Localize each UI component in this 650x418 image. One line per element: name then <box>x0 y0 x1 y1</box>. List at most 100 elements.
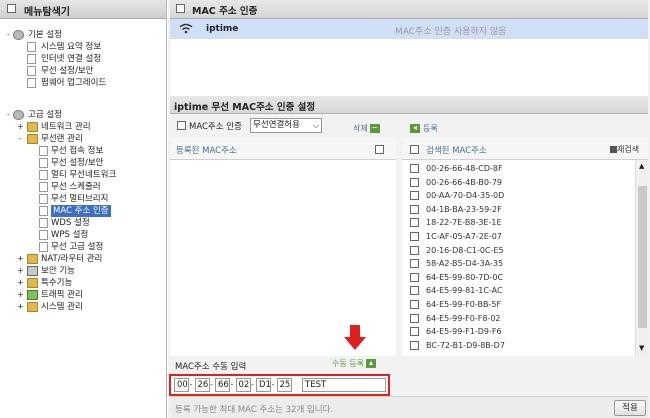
register-button[interactable]: ◂ 등록 <box>410 122 438 136</box>
menu-item[interactable]: 특수기능 <box>41 277 72 289</box>
menu-item[interactable]: 무선 설정/보안 <box>41 65 94 77</box>
menu-item[interactable]: 인터넷 연결 설정 <box>41 53 101 65</box>
menu-item-label: 무선 스케줄러 <box>51 182 101 192</box>
menu-explorer-title: 메뉴탐색기 <box>24 7 70 18</box>
searched-mac-address: 64-E5-99-81-1C-AC <box>426 286 503 296</box>
mac-checkbox[interactable] <box>410 300 419 309</box>
menu-item[interactable]: 무선 설정/보안 <box>51 157 104 169</box>
menu-item[interactable]: 기본 설정 <box>28 29 62 41</box>
searched-list-scrollbar[interactable]: ▲ ▼ <box>635 160 648 356</box>
delete-button[interactable]: 삭제 − <box>353 122 380 136</box>
apply-button[interactable]: 적용 <box>614 400 646 416</box>
mac-checkbox[interactable] <box>410 177 419 187</box>
expand-icon[interactable]: + <box>17 279 24 287</box>
menu-item-label: 무선 접속 정보 <box>51 146 104 156</box>
menu-item[interactable]: WDS 설정 <box>51 217 90 229</box>
mac-octet-input[interactable]: 26 <box>194 378 210 392</box>
octet-separator: - <box>210 380 213 389</box>
menu-item[interactable]: WPS 설정 <box>51 229 88 241</box>
mac-octet-input[interactable]: 25 <box>276 378 292 392</box>
collapse-icon[interactable]: - <box>5 111 12 119</box>
expand-icon[interactable]: + <box>17 291 24 299</box>
mac-checkbox[interactable] <box>410 286 419 296</box>
searched-select-all-checkbox[interactable] <box>410 145 419 154</box>
octet-separator: - <box>271 380 275 389</box>
footer-bar: 등록 가능한 최대 MAC 주소는 32개 입니다. 적용 <box>170 396 648 418</box>
searched-mac-address: 00-26-66-4B-B0-79 <box>426 177 503 187</box>
mac-checkbox[interactable] <box>410 191 419 201</box>
settings-title: iptime 무선 MAC주소 인증 설정 <box>174 102 316 113</box>
searched-mac-address: 64-E5-99-80-7D-0C <box>426 272 504 282</box>
menu-item[interactable]: 무선 접속 정보 <box>51 145 103 157</box>
scroll-up-icon[interactable]: ▲ <box>639 162 644 170</box>
mac-octet-input[interactable]: 02 <box>235 378 251 392</box>
manual-mac-input-box: 00-26-66-02- D1-25 TEST <box>169 374 390 396</box>
mac-checkbox[interactable] <box>410 327 419 337</box>
manual-register-button[interactable]: 수동 등록 ▴ <box>332 357 376 371</box>
collapse-icon[interactable]: - <box>17 135 24 143</box>
red-arrow-down-icon <box>344 325 366 350</box>
menu-item[interactable]: 펌웨어 업그레이드 <box>41 77 106 89</box>
menu-item[interactable]: 무선 스케줄러 <box>51 181 101 193</box>
mac-octet-input[interactable]: 66 <box>215 378 230 392</box>
menu-item[interactable]: 보안 기능 <box>41 265 75 277</box>
expand-icon[interactable]: + <box>17 123 24 131</box>
mac-octet-input[interactable]: D1 <box>256 378 271 392</box>
menu-item[interactable]: 트래픽 관리 <box>41 289 83 301</box>
mac-checkbox[interactable] <box>410 259 419 269</box>
menu-item[interactable]: 시스템 관리 <box>41 301 83 313</box>
menu-item[interactable]: MAC 주소 인증 <box>51 205 111 217</box>
expand-icon[interactable]: + <box>17 303 24 311</box>
collapse-icon[interactable]: - <box>5 31 12 39</box>
page-icon <box>39 206 48 216</box>
folder-icon <box>27 254 38 264</box>
folder-icon <box>27 278 38 288</box>
minus-icon: − <box>369 123 380 133</box>
menu-item[interactable]: 고급 설정 <box>28 109 62 121</box>
menu-item[interactable]: NAT/라우터 관리 <box>41 253 102 265</box>
menu-item[interactable]: 시스템 요약 정보 <box>41 41 101 53</box>
registered-select-all-checkbox[interactable] <box>375 145 384 154</box>
searched-mac-address: 00-AA-70-D4-35-0D <box>426 191 505 201</box>
menu-item-label: 트래픽 관리 <box>41 290 83 300</box>
menu-item-label: WDS 설정 <box>51 218 90 228</box>
settings-header: iptime 무선 MAC주소 인증 설정 <box>170 96 648 114</box>
collapse-panel-icon[interactable] <box>7 4 16 13</box>
arrow-left-icon: ◂ <box>410 124 420 133</box>
searched-header-label: 검색된 MAC주소 <box>426 146 487 156</box>
searched-mac-list: 00-26-66-48-CD-8F 00-26-66-4B-B0-79 00-AA-… <box>402 160 648 356</box>
menu-item-label: NAT/라우터 관리 <box>41 254 103 264</box>
expand-icon[interactable]: + <box>17 255 24 263</box>
menu-item[interactable]: 무선 멀티브리지 <box>51 193 108 205</box>
menu-item-label: 시스템 요약 정보 <box>41 42 102 52</box>
rescan-label: 재검색 <box>617 145 640 154</box>
page-icon <box>39 146 48 156</box>
mac-checkbox[interactable] <box>410 245 419 255</box>
menu-item[interactable]: 무선랜 관리 <box>41 133 83 145</box>
mac-checkbox[interactable] <box>410 164 419 173</box>
rescan-button[interactable]: 재검색 <box>610 144 639 155</box>
mac-checkbox[interactable] <box>410 218 419 228</box>
ap-row[interactable]: iptime MAC주소 인증 사용하지 않음 <box>170 19 648 39</box>
menu-item[interactable]: 멀티 무선네트워크 <box>51 169 116 181</box>
menu-item[interactable]: 네트워크 관리 <box>41 121 91 133</box>
mac-auth-checkbox[interactable] <box>177 121 186 130</box>
searched-mac-address: 18-22-7E-B8-3E-1E <box>426 218 502 228</box>
menu-item[interactable]: 무선 고급 설정 <box>51 241 103 253</box>
menu-item-label: 특수기능 <box>41 278 73 288</box>
mac-checkbox[interactable] <box>410 232 419 241</box>
menu-item-label: MAC 주소 인증 <box>51 205 111 217</box>
controls-row: MAC주소 인증 무선연결허용 ⌵ 삭제 − ◂ 등록 <box>170 114 648 138</box>
scrollbar-thumb[interactable] <box>638 186 647 328</box>
scroll-down-icon[interactable]: ▼ <box>639 344 644 352</box>
page-icon <box>39 194 48 204</box>
mac-checkbox[interactable] <box>410 340 419 350</box>
menu-explorer-panel: 메뉴탐색기 - 기본 설정 시스템 요약 정보 인터넷 연결 설정 무선 설정/보안 펌웨… <box>0 0 167 418</box>
expand-icon[interactable]: + <box>17 267 24 275</box>
mac-checkbox[interactable] <box>410 272 419 282</box>
auth-mode-select[interactable]: 무선연결허용 ⌵ <box>250 118 322 133</box>
mac-octet-input[interactable]: 00 <box>174 378 189 392</box>
device-name-input[interactable]: TEST <box>302 378 386 392</box>
mac-checkbox[interactable] <box>410 204 419 214</box>
mac-checkbox[interactable] <box>410 313 419 323</box>
